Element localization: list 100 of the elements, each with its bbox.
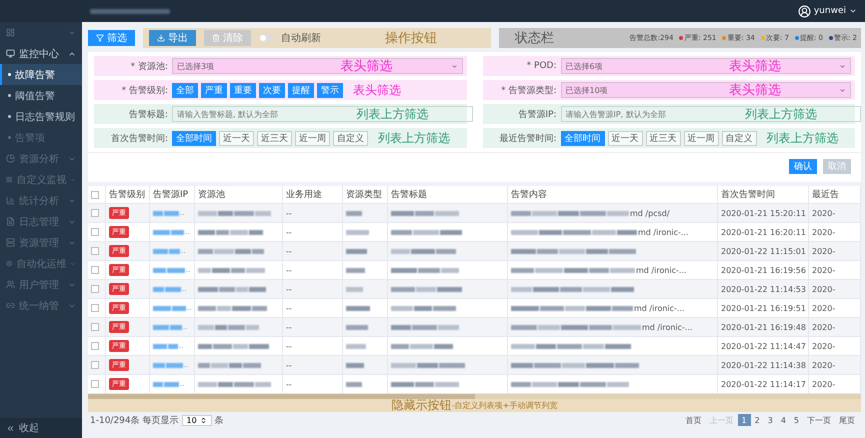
option-button[interactable]: 近一周	[684, 130, 718, 146]
avatar-icon	[798, 4, 811, 18]
caret-icon	[849, 7, 857, 15]
annotation-text: 操作按钮	[385, 30, 437, 47]
nav-subitem[interactable]: 阈值告警	[0, 85, 82, 106]
table-cell: 2020-01-21 15:20:11	[721, 208, 806, 218]
checkbox[interactable]	[91, 304, 99, 312]
table-cell: md /ironic-...	[634, 304, 685, 312]
table-cell: --	[286, 304, 292, 312]
page-button[interactable]: 下一页	[803, 414, 835, 426]
column-header[interactable]: 告警源IP	[150, 186, 195, 204]
spinner-icon	[200, 416, 207, 424]
table-cell: md /ironic-...	[638, 228, 689, 236]
unit-text: 条	[214, 414, 224, 426]
table-cell: 2020-	[812, 342, 836, 350]
checkbox[interactable]	[91, 209, 99, 217]
checkbox[interactable]	[91, 342, 99, 350]
option-button[interactable]: 近一周	[295, 130, 330, 146]
filter-label: * 资源池:	[130, 60, 168, 72]
option-button[interactable]: 近一天	[219, 130, 254, 146]
table-cell: 2020-	[812, 322, 836, 332]
annotation-text: 列表上方筛选	[356, 106, 428, 122]
table-cell: 2020-01-22 11:14:53	[721, 284, 806, 294]
column-header[interactable]: 资源池	[195, 186, 283, 204]
checkbox[interactable]	[91, 266, 99, 274]
table-cell: 2020-	[812, 208, 836, 218]
table-cell: 2020-	[812, 228, 836, 236]
page-button[interactable]: 4	[776, 414, 790, 426]
option-button[interactable]: 近一天	[608, 130, 642, 146]
page-button[interactable]: 首页	[682, 414, 706, 426]
nav-subitem[interactable]: 故障告警	[0, 64, 82, 85]
page-range: 1-10/294条 每页显示	[90, 414, 179, 426]
column-header[interactable]: 首次告警时间	[718, 186, 809, 204]
blurred-text	[346, 306, 370, 310]
annotation-text: 状态栏	[515, 30, 554, 47]
option-button[interactable]: 自定义	[722, 130, 756, 146]
blurred-text	[346, 362, 364, 368]
select-field[interactable]: 已选择6项 表头筛选	[560, 58, 851, 74]
table-cell: 2020-01-22 11:14:38	[721, 360, 806, 370]
page-button[interactable]: 尾页	[835, 414, 859, 426]
table-cell: --	[286, 360, 292, 370]
table-cell: 2020-01-22 11:14:17	[721, 380, 806, 388]
page-button[interactable]: 3	[764, 414, 777, 426]
checkbox[interactable]	[91, 285, 99, 293]
document-icon	[6, 217, 15, 226]
option-button[interactable]: 自定义	[333, 130, 368, 146]
table-cell: --	[286, 266, 292, 274]
toggle-switch[interactable]	[259, 34, 273, 42]
checkbox[interactable]	[91, 380, 99, 388]
blurred-text	[346, 210, 362, 216]
column-header[interactable]: 告警标题	[388, 186, 508, 204]
blurred-text	[346, 324, 368, 330]
checkbox[interactable]	[91, 247, 99, 255]
trash-icon	[212, 34, 220, 42]
column-header[interactable]: 最近告	[809, 186, 861, 204]
column-header[interactable]: 业务用途	[283, 186, 343, 204]
column-header[interactable]: 资源类型	[343, 186, 388, 204]
collapse-icon	[6, 424, 15, 432]
page-size-select[interactable]: 10	[182, 414, 212, 426]
filter-label: 最近告警时间:	[498, 132, 556, 144]
option-button[interactable]: 近三天	[646, 130, 680, 146]
table-cell: --	[286, 284, 292, 294]
annotation-text: 表头筛选	[353, 82, 401, 98]
table-cell: 2020-	[812, 284, 836, 294]
caret-icon	[450, 62, 458, 70]
page-button[interactable]: 1	[738, 414, 751, 426]
pie-chart-icon	[6, 154, 15, 163]
monitor-icon	[6, 49, 15, 58]
blurred-text	[346, 344, 366, 348]
blurred-text	[346, 268, 365, 272]
table-cell: md /ironic-...	[642, 322, 693, 332]
table-cell: md /ironic-...	[636, 266, 687, 274]
table-cell: 2020-01-21 16:19:48	[721, 322, 806, 332]
table-cell: 2020-	[812, 380, 836, 388]
collapse-button[interactable]: 收起	[0, 418, 82, 438]
nav-subitem[interactable]: 日志告警规则	[0, 106, 82, 127]
select-field[interactable]: 已选择10项 表头筛选	[560, 82, 851, 98]
filter-label: 告警源IP:	[517, 108, 556, 120]
filter-label: 告警标题:	[128, 108, 168, 120]
column-header[interactable]: 告警级别	[106, 186, 150, 204]
checkbox[interactable]	[91, 190, 99, 198]
scrollbar-thumb[interactable]	[88, 394, 474, 399]
nav-item[interactable]: 监控中心	[0, 43, 82, 64]
page-button[interactable]: 5	[790, 414, 803, 426]
checkbox[interactable]	[91, 228, 99, 236]
table-cell: 2020-	[812, 246, 836, 256]
column-header[interactable]: 告警内容	[508, 186, 718, 204]
option-button[interactable]: 近三天	[257, 130, 292, 146]
checkbox[interactable]	[91, 361, 99, 369]
link-icon	[6, 301, 15, 310]
user-menu[interactable]: yunwei	[798, 4, 857, 18]
table-cell: 2020-	[812, 266, 836, 274]
table-cell: --	[286, 228, 292, 236]
export-button[interactable]: 导出	[149, 30, 196, 46]
server-icon	[6, 238, 15, 247]
checkbox[interactable]	[91, 323, 99, 331]
annotation-text: 列表上方筛选	[378, 130, 450, 146]
select-field[interactable]: 已选择3项 表头筛选	[172, 58, 462, 74]
page-button[interactable]: 2	[750, 414, 764, 426]
table-cell: 2020-	[812, 304, 836, 312]
